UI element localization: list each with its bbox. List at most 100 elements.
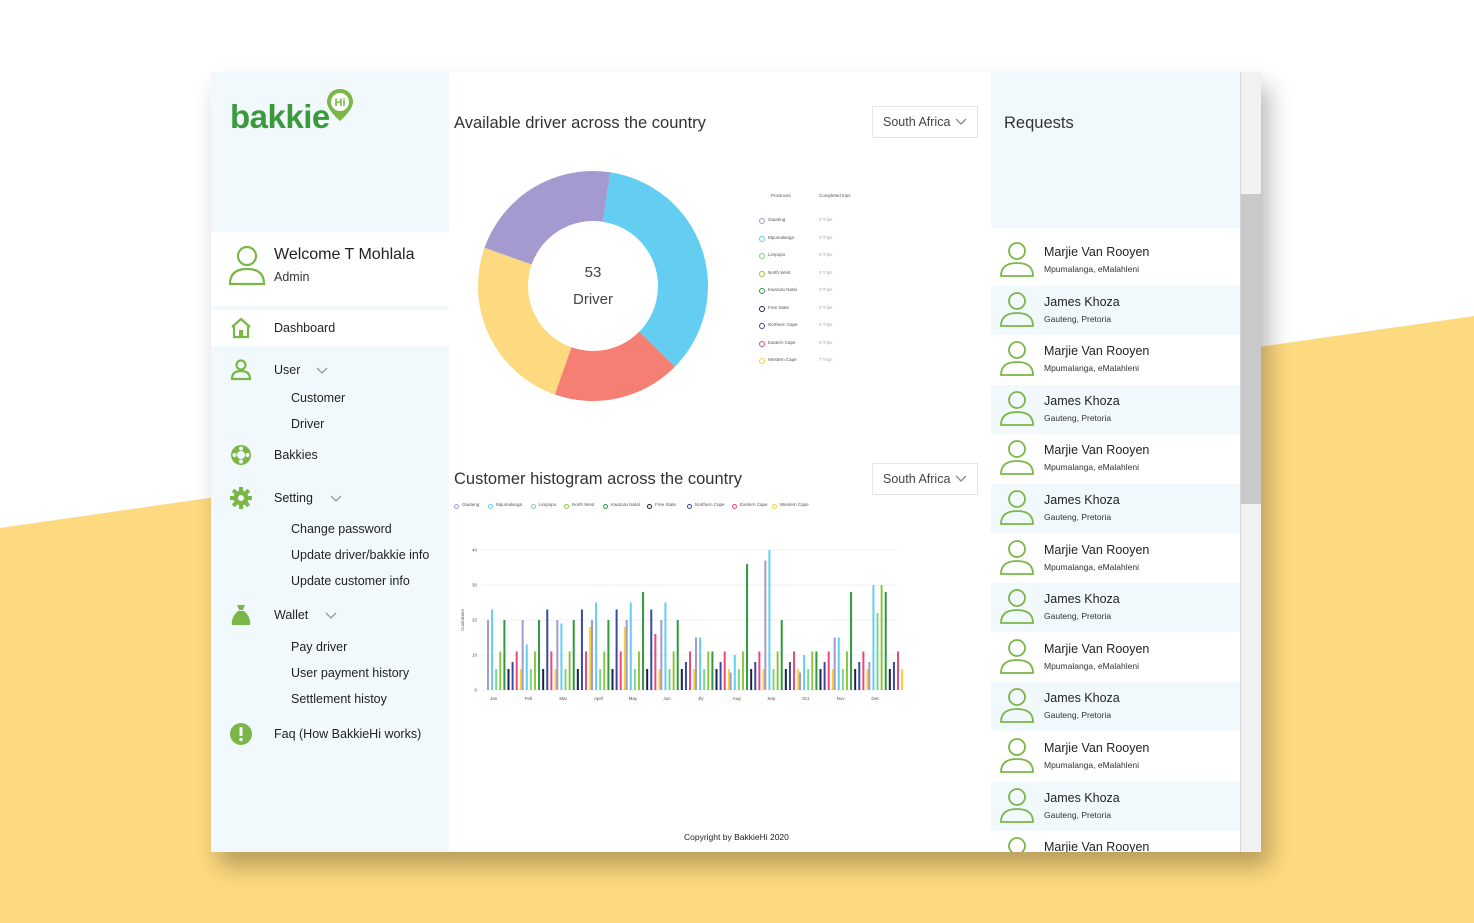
legend-province: Northern Cape — [768, 322, 798, 327]
bar — [556, 620, 559, 690]
bar — [519, 669, 522, 690]
user-avatar-icon — [1000, 242, 1034, 277]
request-name: James Khoza — [1044, 493, 1120, 507]
bar — [772, 669, 775, 690]
bar — [576, 669, 579, 690]
menu-bakkies[interactable]: Bakkies — [211, 437, 449, 473]
legend-dot-icon — [759, 235, 765, 242]
bar — [741, 651, 744, 690]
request-row[interactable]: James Khoza Gauteng, Pretoria — [991, 682, 1240, 732]
bar — [807, 669, 810, 690]
bar — [823, 662, 826, 690]
main-content: Available driver across the country Sout… — [449, 72, 991, 852]
request-row[interactable]: Marjie Van Rooyen Mpumalanga, eMalahleni — [991, 732, 1240, 781]
chevron-down-icon[interactable] — [324, 609, 338, 623]
legend-trips: 5 Trips — [819, 234, 833, 240]
legend-dot-icon — [732, 504, 737, 509]
bar — [876, 613, 879, 690]
request-row[interactable]: James Khoza Gauteng, Pretoria — [991, 384, 1240, 434]
menu-faq-label: Faq (How BakkieHi works) — [274, 727, 422, 741]
chevron-down-icon[interactable] — [315, 364, 329, 378]
bar — [866, 669, 869, 690]
chevron-down-icon[interactable] — [329, 492, 343, 506]
province-legend-table: Provinces Completed trips Gauteng 0 Trips… — [759, 190, 869, 370]
bar — [858, 662, 861, 690]
submenu-settlement-history[interactable]: Settlement histoy — [291, 692, 387, 706]
request-row[interactable]: James Khoza Gauteng, Pretoria — [991, 583, 1240, 633]
bar — [654, 634, 657, 690]
user-avatar-icon — [1000, 390, 1034, 426]
submenu-update-driver[interactable]: Update driver/bakkie info — [291, 548, 429, 562]
bar — [672, 651, 675, 690]
bar — [615, 609, 618, 690]
legend-dot-icon — [687, 504, 692, 509]
gear-icon — [230, 487, 252, 509]
request-name: Marjie Van Rooyen — [1044, 741, 1150, 755]
request-row[interactable]: Marjie Van Rooyen Mpumalanga, eMalahleni — [991, 633, 1240, 682]
bar — [568, 651, 571, 690]
menu-dashboard[interactable]: Dashboard — [211, 310, 449, 346]
sidebar: bakkie Hi Welcome T Mohlala Admin Dashbo… — [211, 72, 449, 852]
request-name: Marjie Van Rooyen — [1044, 641, 1150, 656]
request-row[interactable]: Marjie Van Rooyen Mpumalanga, eMalahleni — [991, 434, 1240, 483]
requests-header: Requests — [991, 72, 1240, 228]
legend-dot-icon — [454, 504, 459, 509]
bar — [827, 651, 830, 690]
menu-setting[interactable]: Setting — [211, 480, 449, 516]
legend-dot-icon — [647, 504, 652, 509]
request-row[interactable]: James Khoza Gauteng, Pretoria — [991, 781, 1240, 831]
y-axis-label: Customers — [460, 608, 465, 631]
bar — [499, 651, 502, 690]
submenu-driver[interactable]: Driver — [291, 417, 324, 431]
app-window: bakkie Hi Welcome T Mohlala Admin Dashbo… — [211, 72, 1261, 852]
drivers-country-dropdown[interactable]: South Africa — [872, 106, 978, 138]
bar — [776, 651, 779, 690]
bar — [646, 669, 649, 690]
donut-slice-western-cape — [478, 247, 572, 395]
submenu-pay-driver[interactable]: Pay driver — [291, 640, 347, 654]
submenu-payment-history[interactable]: User payment history — [291, 666, 409, 680]
bar — [495, 669, 498, 690]
bar — [595, 602, 598, 690]
bar — [619, 651, 622, 690]
request-row[interactable]: James Khoza Gauteng, Pretoria — [991, 484, 1240, 533]
request-row[interactable]: Marjie Van Rooyen Mpumalanga, eMalahleni — [991, 335, 1240, 384]
bar — [521, 620, 524, 690]
menu-user[interactable]: User — [211, 352, 449, 388]
welcome-name: Welcome T Mohlala — [274, 246, 415, 263]
dropdown-value: South Africa — [883, 115, 951, 129]
legend-trips: 0 Trips — [819, 269, 833, 275]
user-avatar-icon — [1000, 589, 1034, 625]
submenu-change-password[interactable]: Change password — [291, 522, 392, 536]
request-name: James Khoza — [1044, 790, 1120, 805]
bar — [611, 669, 614, 690]
scrollbar-thumb[interactable] — [1241, 194, 1261, 504]
bar — [703, 669, 706, 690]
histogram-country-dropdown[interactable]: South Africa — [872, 463, 978, 495]
menu-wallet[interactable]: Wallet — [211, 597, 449, 633]
y-tick-label: 30 — [472, 583, 478, 588]
request-name: Marjie Van Rooyen — [1044, 344, 1150, 359]
submenu-update-customer[interactable]: Update customer info — [291, 574, 410, 588]
histogram-legend-label: Northern Cape — [695, 502, 725, 507]
alert-icon — [230, 723, 252, 745]
legend-dot-icon — [603, 504, 608, 509]
logo-text[interactable]: bakkie — [230, 98, 330, 136]
request-row[interactable]: James Khoza Gauteng, Pretoria — [991, 285, 1240, 335]
request-row[interactable]: Marjie Van Rooyen Mpumalanga, eMalahleni — [991, 534, 1240, 583]
drivers-donut-chart: 53 Driver — [478, 171, 708, 401]
request-row[interactable]: Marjie Van Rooyen — [991, 831, 1240, 852]
bar — [650, 609, 653, 690]
menu-faq[interactable]: Faq (How BakkieHi works) — [211, 716, 449, 752]
legend-dot-icon — [759, 323, 765, 329]
bar — [684, 662, 687, 690]
histogram-legend: Gauteng Mpumalanga Limpopo North West Kwazul… — [454, 502, 834, 512]
bar — [707, 651, 710, 690]
submenu-customer[interactable]: Customer — [291, 391, 345, 405]
scrollbar[interactable] — [1240, 72, 1261, 852]
bar — [831, 669, 834, 690]
request-location: Gauteng, Pretoria — [1044, 313, 1112, 324]
request-row[interactable]: Marjie Van Rooyen Mpumalanga, eMalahleni — [991, 236, 1240, 285]
legend-row: North West 0 Trips — [759, 270, 869, 280]
x-tick-label: April — [594, 696, 603, 701]
